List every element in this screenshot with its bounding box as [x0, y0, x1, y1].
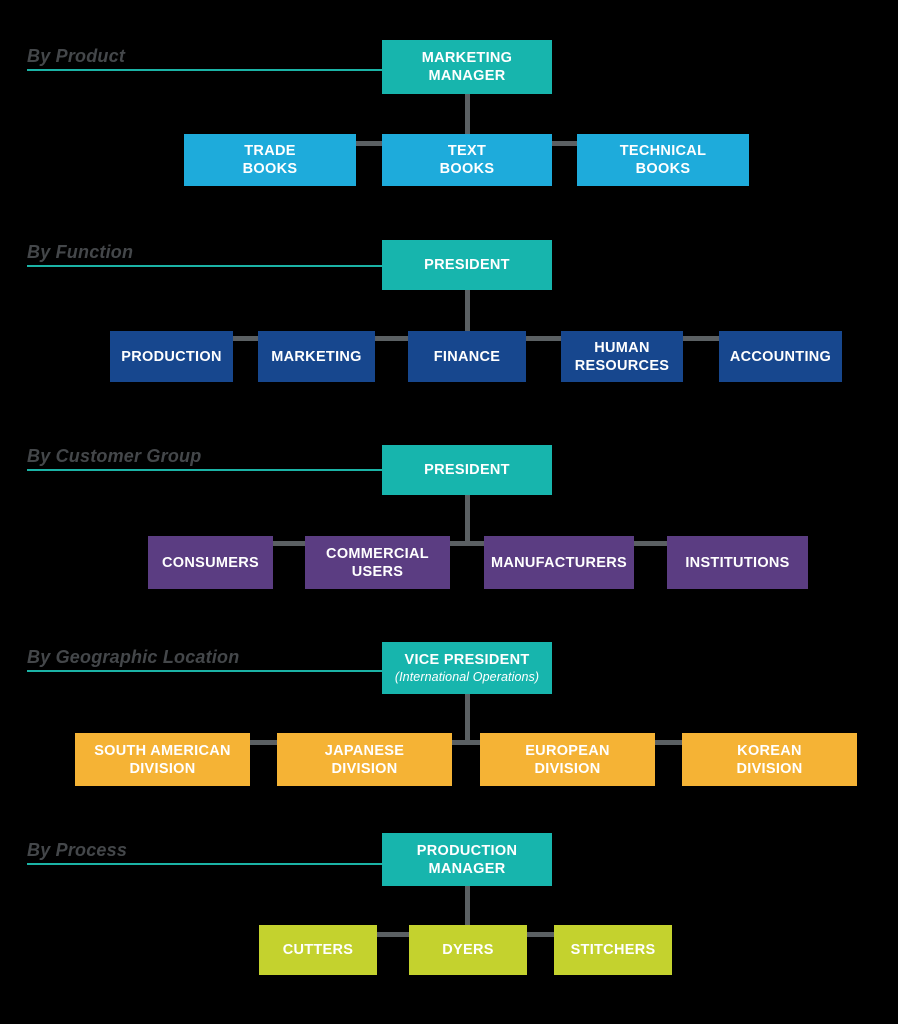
node-south-american-division: SOUTH AMERICAN DIVISION — [75, 733, 250, 786]
section-by-customer-group: By Customer Group PRESIDENT CONSUMERS CO… — [0, 442, 898, 602]
node-commercial-users: COMMERCIAL USERS — [305, 536, 450, 589]
node-label: STITCHERS — [570, 942, 656, 958]
node-label: ACCOUNTING — [729, 348, 832, 365]
node-production-manager: PRODUCTION MANAGER — [382, 833, 552, 886]
section-by-process: By Process PRODUCTION MANAGER CUTTERS DY… — [0, 833, 898, 993]
node-sublabel: (International Operations) — [394, 670, 540, 684]
connector-bus — [207, 541, 739, 546]
node-label: HUMAN RESOURCES — [574, 339, 670, 374]
node-label: CUTTERS — [282, 942, 354, 958]
node-label: VICE PRESIDENT (International Operations… — [394, 652, 540, 684]
node-label: CONSUMERS — [162, 554, 259, 571]
node-label: INSTITUTIONS — [685, 554, 790, 571]
node-label: EUROPEAN DIVISION — [525, 742, 610, 777]
node-label: PRODUCTION — [121, 348, 222, 365]
node-label: COMMERCIAL USERS — [326, 545, 429, 580]
node-marketing: MARKETING — [258, 331, 375, 382]
node-korean-division: KOREAN DIVISION — [682, 733, 857, 786]
node-marketing-manager: MARKETING MANAGER — [382, 40, 552, 94]
connector-trunk — [465, 694, 470, 744]
node-european-division: EUROPEAN DIVISION — [480, 733, 655, 786]
node-vice-president: VICE PRESIDENT (International Operations… — [382, 642, 552, 694]
node-institutions: INSTITUTIONS — [667, 536, 808, 589]
node-label: TEXT BOOKS — [439, 143, 495, 177]
section-by-product: By Product MARKETING MANAGER TRADE BOOKS — [0, 40, 898, 200]
node-dyers: DYERS — [409, 925, 527, 975]
node-label: TECHNICAL BOOKS — [619, 143, 707, 177]
node-text-books: TEXT BOOKS — [382, 134, 552, 186]
node-technical-books: TECHNICAL BOOKS — [577, 134, 749, 186]
node-label: PRESIDENT — [424, 462, 510, 478]
node-label: SOUTH AMERICAN DIVISION — [94, 742, 231, 777]
node-label: PRESIDENT — [424, 257, 510, 273]
node-label: MARKETING — [271, 348, 362, 365]
node-label: TRADE BOOKS — [242, 143, 298, 177]
node-human-resources: HUMAN RESOURCES — [561, 331, 683, 382]
node-cutters: CUTTERS — [259, 925, 377, 975]
node-japanese-division: JAPANESE DIVISION — [277, 733, 452, 786]
node-label: PRODUCTION MANAGER — [416, 842, 518, 877]
node-label: FINANCE — [433, 348, 501, 365]
node-label: JAPANESE DIVISION — [324, 742, 405, 777]
node-manufacturers: MANUFACTURERS — [484, 536, 634, 589]
node-label: KOREAN DIVISION — [736, 742, 803, 777]
connector-trunk — [465, 495, 470, 545]
node-consumers: CONSUMERS — [148, 536, 273, 589]
node-finance: FINANCE — [408, 331, 526, 382]
node-label: MANUFACTURERS — [490, 554, 627, 571]
section-by-function: By Function PRESIDENT PRODUCTION MARKETI… — [0, 236, 898, 396]
node-accounting: ACCOUNTING — [719, 331, 842, 382]
connector-bus — [159, 740, 771, 745]
node-production: PRODUCTION — [110, 331, 233, 382]
node-president-customer: PRESIDENT — [382, 445, 552, 495]
node-stitchers: STITCHERS — [554, 925, 672, 975]
node-label: MARKETING MANAGER — [421, 50, 513, 84]
section-by-geographic-location: By Geographic Location VICE PRESIDENT (I… — [0, 640, 898, 800]
org-chart-diagram: By Product MARKETING MANAGER TRADE BOOKS — [0, 0, 898, 1024]
node-label: DYERS — [442, 942, 494, 958]
node-president-function: PRESIDENT — [382, 240, 552, 290]
node-trade-books: TRADE BOOKS — [184, 134, 356, 186]
